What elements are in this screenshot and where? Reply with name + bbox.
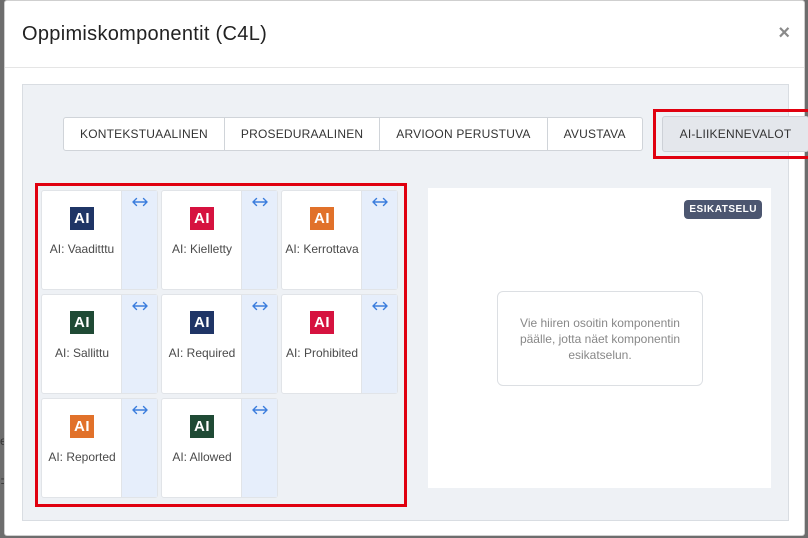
component-card-main[interactable]: AI AI: Kerrottava [282, 191, 362, 289]
modal-header: Oppimiskomponentit (C4L) × [5, 1, 804, 68]
ai-badge-icon: AI [70, 207, 94, 230]
component-card-main[interactable]: AI AI: Vaaditttu [42, 191, 122, 289]
component-card[interactable]: AI AI: Prohibited [281, 294, 398, 394]
ai-badge-icon: AI [190, 415, 214, 438]
tab-ai-liikennevalot[interactable]: AI-LIIKENNEVALOT [661, 116, 808, 152]
component-card-main[interactable]: AI AI: Kielletty [162, 191, 242, 289]
arrows-left-right-icon [131, 405, 148, 415]
component-card[interactable]: AI AI: Kerrottava [281, 190, 398, 290]
component-label: AI: Vaaditttu [49, 242, 115, 256]
component-label: AI: Prohibited [285, 346, 359, 360]
active-tab-highlight: AI-LIIKENNEVALOT [652, 109, 808, 159]
close-button[interactable]: × [778, 23, 790, 43]
component-label: AI: Kerrottava [285, 242, 359, 256]
tab-arvioon-perustuva[interactable]: ARVIOON PERUSTUVA [380, 117, 548, 151]
component-card-main[interactable]: AI AI: Prohibited [282, 295, 362, 393]
ai-badge-icon: AI [70, 311, 94, 334]
arrows-left-right-icon [251, 405, 268, 415]
swap-handle[interactable] [361, 295, 397, 393]
component-card[interactable]: AI AI: Allowed [161, 398, 278, 498]
arrows-left-right-icon [251, 197, 268, 207]
component-card[interactable]: AI AI: Vaaditttu [41, 190, 158, 290]
component-label: AI: Allowed [172, 450, 232, 464]
ai-badge-icon: AI [190, 207, 214, 230]
component-card-main[interactable]: AI AI: Reported [42, 399, 122, 497]
ai-badge-icon: AI [190, 311, 214, 334]
component-card-main[interactable]: AI AI: Allowed [162, 399, 242, 497]
component-label: AI: Kielletty [171, 242, 233, 256]
arrows-left-right-icon [371, 301, 388, 311]
component-card[interactable]: AI AI: Sallittu [41, 294, 158, 394]
learning-components-modal: Oppimiskomponentit (C4L) × KONTEKSTUAALI… [4, 0, 808, 536]
swap-handle[interactable] [241, 191, 277, 289]
arrows-left-right-icon [131, 197, 148, 207]
swap-handle[interactable] [121, 295, 157, 393]
ai-badge-icon: AI [70, 415, 94, 438]
arrows-left-right-icon [251, 301, 268, 311]
arrows-left-right-icon [371, 197, 388, 207]
component-card-main[interactable]: AI AI: Sallittu [42, 295, 122, 393]
ai-badge-icon: AI [310, 207, 334, 230]
swap-handle[interactable] [241, 399, 277, 497]
preview-message: Vie hiiren osoitin komponentin päälle, j… [497, 291, 703, 386]
swap-handle[interactable] [121, 399, 157, 497]
component-label: AI: Sallittu [54, 346, 110, 360]
component-label: AI: Required [168, 346, 236, 360]
modal-title: Oppimiskomponentit (C4L) [22, 23, 268, 45]
swap-handle[interactable] [241, 295, 277, 393]
swap-handle[interactable] [121, 191, 157, 289]
component-card[interactable]: AI AI: Required [161, 294, 278, 394]
components-highlight: AI AI: Vaaditttu AI AI: Kielletty AI AI:… [35, 183, 407, 507]
tab-kontekstuaalinen[interactable]: KONTEKSTUAALINEN [63, 117, 225, 151]
tab-proseduraalinen[interactable]: PROSEDURAALINEN [224, 117, 381, 151]
component-tabs: KONTEKSTUAALINEN PROSEDURAALINEN ARVIOON… [63, 109, 808, 159]
preview-badge: ESIKATSELU [684, 200, 762, 219]
component-card[interactable]: AI AI: Kielletty [161, 190, 278, 290]
component-grid: AI AI: Vaaditttu AI AI: Kielletty AI AI:… [41, 190, 398, 498]
modal-body: KONTEKSTUAALINEN PROSEDURAALINEN ARVIOON… [22, 84, 808, 521]
preview-panel: ESIKATSELU Vie hiiren osoitin komponenti… [428, 188, 771, 488]
ai-badge-icon: AI [310, 311, 334, 334]
swap-handle[interactable] [361, 191, 397, 289]
component-label: AI: Reported [48, 450, 116, 464]
arrows-left-right-icon [131, 301, 148, 311]
component-card-main[interactable]: AI AI: Required [162, 295, 242, 393]
tab-avustava[interactable]: AVUSTAVA [547, 117, 643, 151]
component-card[interactable]: AI AI: Reported [41, 398, 158, 498]
